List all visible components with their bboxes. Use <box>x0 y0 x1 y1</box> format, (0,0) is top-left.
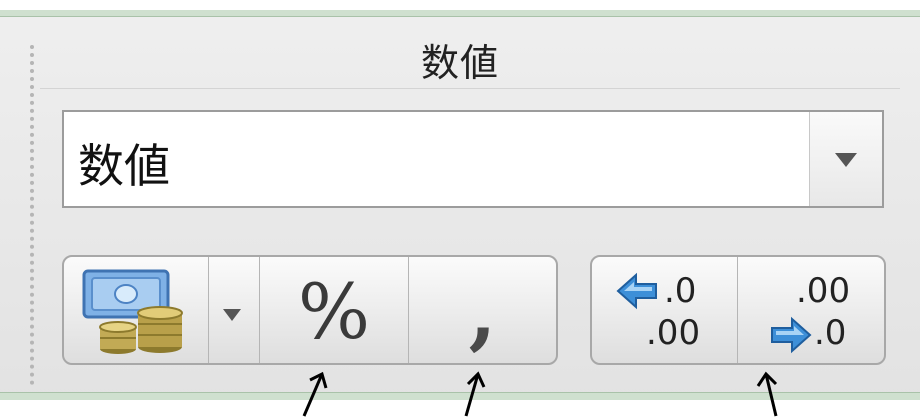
currency-dropdown-button[interactable] <box>209 257 260 363</box>
right-arrow-icon <box>771 316 812 354</box>
increase-decimal-button[interactable]: .0 .00 <box>592 257 738 363</box>
left-arrow-icon <box>616 272 657 310</box>
currency-button[interactable] <box>64 257 209 363</box>
title-divider <box>40 88 900 89</box>
number-format-select[interactable]: 数値 <box>62 110 884 208</box>
number-style-buttons: % , <box>62 255 558 365</box>
top-strip <box>0 0 920 10</box>
annotation-arrow-comma <box>464 371 486 417</box>
annotation-arrow-decimal <box>756 371 778 417</box>
decrease-decimal-button[interactable]: .00 .0 <box>738 257 884 363</box>
number-group-panel: 数値 数値 % , .0 .00 .00 .0 <box>0 0 920 417</box>
number-format-dropdown-button[interactable] <box>809 112 882 206</box>
percent-label: % <box>297 267 371 356</box>
comma-style-button[interactable]: , <box>409 257 556 363</box>
increase-decimal-top: .0 <box>664 271 697 311</box>
comma-label: , <box>468 265 497 359</box>
percent-style-button[interactable]: % <box>260 257 409 363</box>
decrease-decimal-top: .00 <box>796 271 851 311</box>
chevron-down-icon <box>223 309 241 321</box>
top-border <box>0 10 920 17</box>
currency-icon <box>82 269 183 354</box>
decimal-buttons: .0 .00 .00 .0 <box>590 255 886 365</box>
annotation-arrow-percent <box>302 371 328 417</box>
group-title: 数値 <box>420 41 499 85</box>
group-resize-edge <box>30 45 34 385</box>
increase-decimal-bottom: .00 <box>646 313 701 353</box>
chevron-down-icon <box>835 153 857 167</box>
decrease-decimal-bottom: .0 <box>814 313 847 353</box>
number-format-value: 数値 <box>78 139 170 193</box>
